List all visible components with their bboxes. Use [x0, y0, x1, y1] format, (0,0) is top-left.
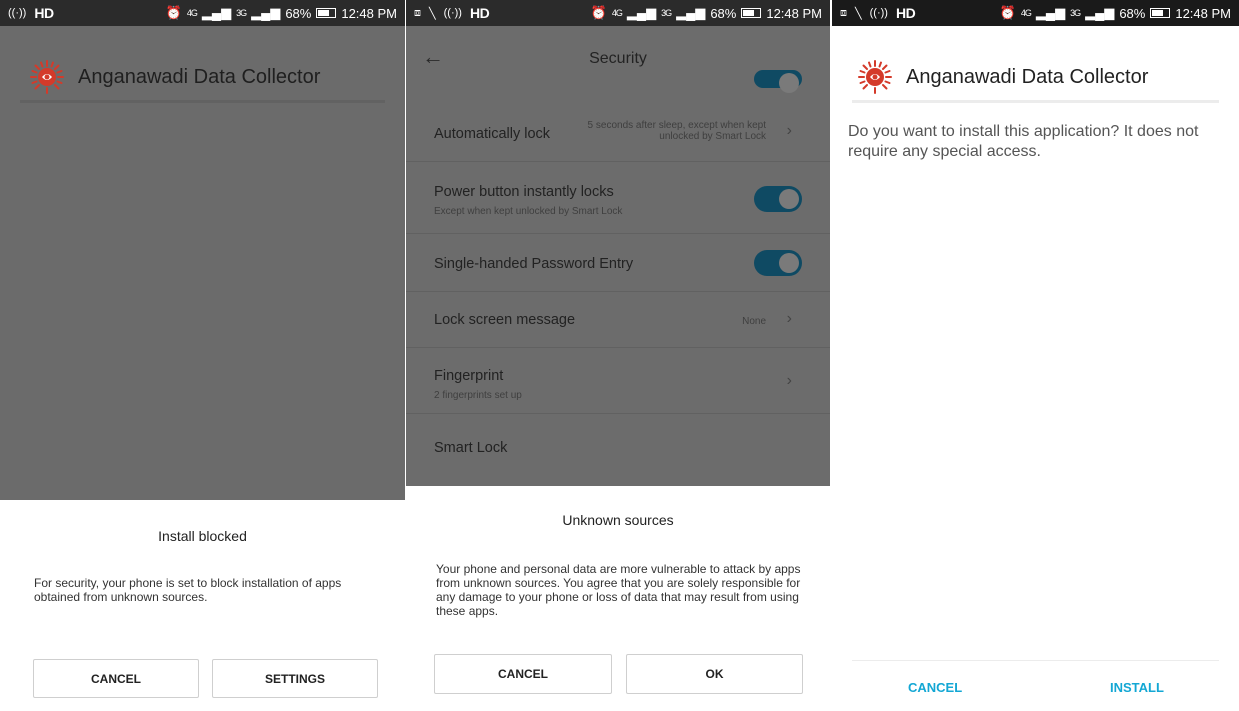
- battery-icon: [1150, 8, 1171, 18]
- dialog-message: For security, your phone is set to block…: [34, 576, 342, 604]
- clock: 12:48 PM: [341, 5, 397, 21]
- hd-icon: HD: [469, 5, 490, 21]
- cancel-button[interactable]: CANCEL: [434, 654, 612, 694]
- network-3g-icon: 3G: [661, 8, 672, 18]
- chevron-right-icon: ›: [786, 372, 792, 389]
- chevron-right-icon: ›: [786, 122, 792, 139]
- clock: 12:48 PM: [766, 5, 822, 21]
- hd-icon: HD: [895, 5, 916, 21]
- app-title: Anganawadi Data Collector: [78, 65, 321, 88]
- setting-value: 5 seconds after sleep, except when kept …: [587, 120, 766, 142]
- ok-button[interactable]: OK: [626, 654, 803, 694]
- hd-icon: HD: [34, 5, 54, 21]
- divider: [852, 660, 1219, 661]
- status-bar: ⧈ ╲ ((·)) HD ⏰ 4G ▂▄▆ 3G ▂▄▆ 68% 12:48 P…: [832, 0, 1239, 26]
- hotspot-icon: ((·)): [8, 7, 27, 19]
- setting-subtitle: 2 fingerprints set up: [434, 390, 522, 401]
- battery-percent: 68%: [710, 5, 737, 21]
- setting-row-power-button-locks[interactable]: Power button instantly locks Except when…: [406, 162, 830, 234]
- divider: [852, 100, 1219, 103]
- power-button-locks-toggle[interactable]: [754, 186, 802, 212]
- signal-icon: ▂▄▆: [626, 5, 657, 20]
- dialog-message: Your phone and personal data are more vu…: [436, 562, 801, 618]
- dialog-title: Install blocked: [158, 528, 247, 544]
- settings-button[interactable]: SETTINGS: [212, 659, 378, 698]
- divider: [20, 100, 385, 103]
- cancel-button[interactable]: CANCEL: [33, 659, 199, 698]
- screenshot-icon: ⧈: [840, 6, 847, 19]
- signal-icon: ▂▄▆: [1085, 5, 1115, 20]
- setting-row-fingerprint[interactable]: Fingerprint 2 fingerprints set up ›: [406, 348, 830, 414]
- no-signal-icon: ╲: [855, 7, 862, 20]
- alarm-icon: ⏰: [165, 5, 182, 20]
- dialog-title: Unknown sources: [562, 512, 674, 528]
- setting-value: None: [742, 316, 766, 327]
- setting-row-smart-lock[interactable]: Smart Lock: [406, 414, 830, 486]
- install-button[interactable]: INSTALL: [1110, 680, 1164, 695]
- signal-icon: ▂▄▆: [251, 5, 281, 20]
- network-3g-icon: 3G: [1070, 8, 1081, 18]
- install-app-screen: ⧈ ╲ ((·)) HD ⏰ 4G ▂▄▆ 3G ▂▄▆ 68% 12:48 P…: [832, 0, 1239, 711]
- battery-icon: [316, 8, 337, 18]
- setting-label: Single-handed Password Entry: [434, 256, 634, 272]
- security-screen: ⧈ ╲ ((·)) HD ⏰ 4G ▂▄▆ 3G ▂▄▆ 68% 12:48 P…: [406, 0, 830, 711]
- app-title: Anganawadi Data Collector: [906, 65, 1149, 88]
- network-4g-icon: 4G: [1020, 8, 1032, 18]
- alarm-icon: ⏰: [590, 5, 607, 20]
- setting-label: Automatically lock: [434, 126, 551, 142]
- setting-row-single-handed-password[interactable]: Single-handed Password Entry: [406, 234, 830, 292]
- network-3g-icon: 3G: [236, 8, 247, 18]
- hotspot-icon: ((·)): [443, 7, 462, 19]
- setting-row-lock-screen-message[interactable]: Lock screen message None ›: [406, 292, 830, 348]
- setting-subtitle: Except when kept unlocked by Smart Lock: [434, 206, 623, 217]
- cancel-button[interactable]: CANCEL: [908, 680, 962, 695]
- setting-label: Smart Lock: [434, 440, 508, 456]
- network-4g-icon: 4G: [611, 8, 623, 18]
- unknown-sources-dialog: Unknown sources Your phone and personal …: [406, 486, 830, 711]
- chevron-right-icon: ›: [786, 310, 792, 327]
- install-blocked-dialog: Install blocked For security, your phone…: [0, 500, 405, 711]
- toggle-switch[interactable]: [754, 70, 802, 93]
- install-blocked-screen: ((·)) HD ⏰ 4G ▂▄▆ 3G ▂▄▆ 68% 12:48 PM An…: [0, 0, 405, 711]
- dimmed-background: Anganawadi Data Collector: [0, 26, 405, 500]
- screen-title: Security: [589, 50, 647, 67]
- signal-icon: ▂▄▆: [676, 5, 706, 20]
- app-logo-icon: [858, 60, 892, 94]
- alarm-icon: ⏰: [999, 5, 1016, 20]
- setting-label: Power button instantly locks: [434, 184, 614, 200]
- install-question: Do you want to install this application?…: [848, 123, 1199, 160]
- battery-percent: 68%: [285, 5, 312, 21]
- network-4g-icon: 4G: [186, 8, 198, 18]
- screenshot-icon: ⧈: [414, 6, 421, 19]
- no-signal-icon: ╲: [429, 7, 436, 20]
- security-settings-list: ← Security Automatically lock 5 seconds …: [406, 26, 830, 486]
- battery-icon: [741, 8, 762, 18]
- app-header: Anganawadi Data Collector: [858, 60, 1148, 94]
- signal-icon: ▂▄▆: [201, 5, 232, 20]
- single-handed-password-toggle[interactable]: [754, 250, 802, 276]
- status-bar: ((·)) HD ⏰ 4G ▂▄▆ 3G ▂▄▆ 68% 12:48 PM: [0, 0, 405, 26]
- signal-icon: ▂▄▆: [1035, 5, 1066, 20]
- clock: 12:48 PM: [1175, 5, 1231, 21]
- status-bar: ⧈ ╲ ((·)) HD ⏰ 4G ▂▄▆ 3G ▂▄▆ 68% 12:48 P…: [406, 0, 830, 26]
- setting-label: Fingerprint: [434, 368, 504, 384]
- setting-row-automatically-lock[interactable]: Automatically lock 5 seconds after sleep…: [406, 98, 830, 162]
- hotspot-icon: ((·)): [869, 7, 888, 19]
- setting-label: Lock screen message: [434, 312, 576, 328]
- battery-percent: 68%: [1119, 5, 1146, 21]
- app-logo-icon: [30, 60, 64, 94]
